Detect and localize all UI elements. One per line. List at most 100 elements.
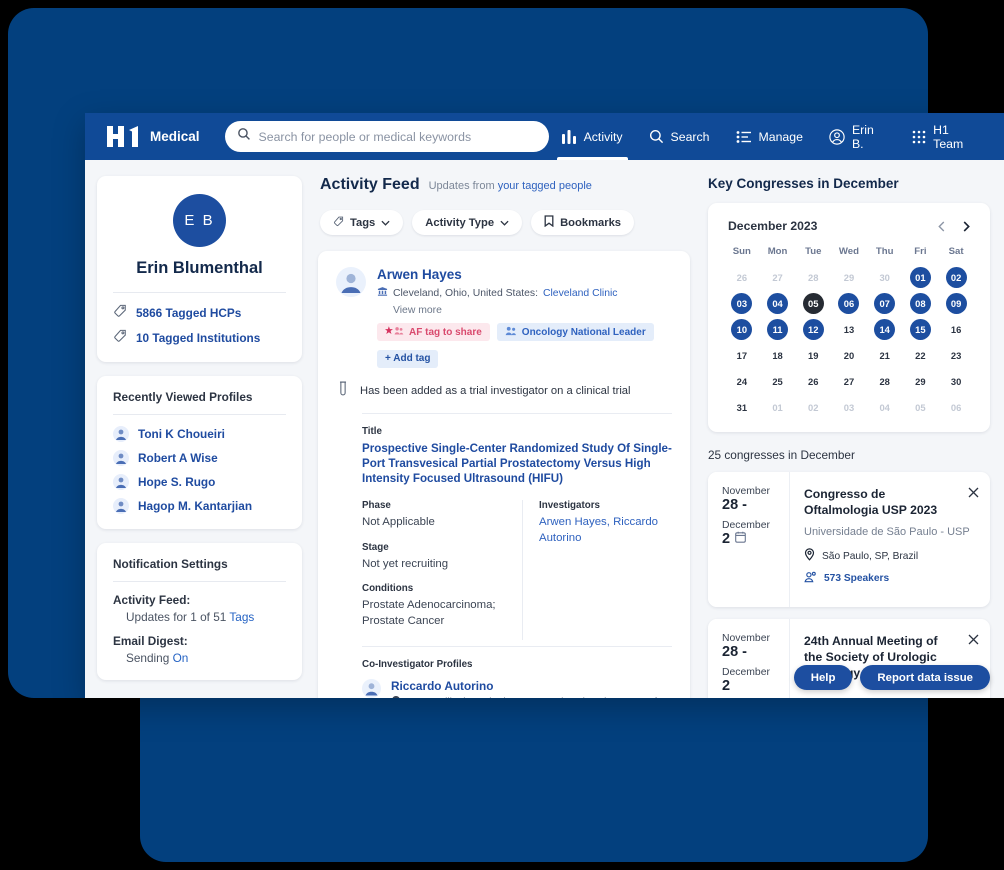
calendar-cell: 24 (724, 368, 760, 394)
calendar-day-15[interactable]: 15 (909, 318, 931, 340)
calendar-day-26[interactable]: 26 (803, 371, 824, 392)
trial-title-value[interactable]: Prospective Single-Center Randomized Stu… (362, 441, 672, 487)
calendar-day-08[interactable]: 08 (909, 292, 931, 314)
calendar-day-01[interactable]: 01 (767, 397, 788, 418)
calendar-cell: 21 (867, 342, 903, 368)
calendar-day-21[interactable]: 21 (874, 345, 895, 366)
conditions-value: Prostate Adenocarcinoma; Prostate Cancer (362, 599, 496, 627)
congress-location: São Paulo, SP, Brazil (804, 548, 978, 564)
calendar-day-04[interactable]: 04 (767, 292, 789, 314)
calendar-day-09[interactable]: 09 (945, 292, 967, 314)
search-icon (237, 127, 251, 146)
nav-item-manage[interactable]: Manage (723, 113, 816, 160)
calendar-day-25[interactable]: 25 (767, 371, 788, 392)
stat-label: 10 Tagged Institutions (136, 330, 261, 345)
calendar-day-29[interactable]: 29 (910, 371, 931, 392)
add-tag-button[interactable]: + Add tag (377, 349, 439, 368)
feed-person-name[interactable]: Arwen Hayes (377, 267, 672, 282)
calendar-day-23[interactable]: 23 (946, 345, 967, 366)
calendar-day-28[interactable]: 28 (803, 267, 824, 288)
calendar-day-31[interactable]: 31 (731, 397, 752, 418)
nav-item-team[interactable]: H1 Team (899, 113, 992, 160)
calendar-day-30[interactable]: 30 (946, 371, 967, 392)
list-item[interactable]: Toni K Choueiri (113, 426, 286, 442)
calendar-day-17[interactable]: 17 (731, 345, 752, 366)
nav-item-search[interactable]: Search (636, 113, 723, 160)
calendar-cell: 05 (795, 290, 831, 316)
calendar-day-03[interactable]: 03 (838, 397, 859, 418)
calendar-day-24[interactable]: 24 (731, 371, 752, 392)
calendar-day-01[interactable]: 01 (909, 266, 931, 288)
tag-af-share[interactable]: AF tag to share (377, 323, 490, 341)
congress-speakers[interactable]: 573 Speakers (804, 571, 978, 586)
chevron-right-icon[interactable] (963, 220, 970, 232)
congress-card[interactable]: November 28 - December 2 Congresso de Of… (708, 472, 990, 608)
list-item[interactable]: Hope S. Rugo (113, 474, 286, 490)
calendar-day-02[interactable]: 02 (803, 397, 824, 418)
calendar-day-18[interactable]: 18 (767, 345, 788, 366)
email-digest-toggle-link[interactable]: On (173, 651, 189, 665)
divider (113, 414, 286, 415)
filter-bookmarks[interactable]: Bookmarks (531, 210, 635, 235)
tagged-people-link[interactable]: your tagged people (498, 180, 592, 192)
calendar-day-11[interactable]: 11 (767, 318, 789, 340)
nav-item-activity[interactable]: Activity (549, 113, 636, 160)
calendar-day-16[interactable]: 16 (946, 319, 967, 340)
calendar-day-03[interactable]: 03 (731, 292, 753, 314)
calendar-day-26[interactable]: 26 (731, 267, 752, 288)
stage-value: Not yet recruiting (362, 557, 449, 570)
help-button[interactable]: Help (793, 665, 853, 690)
close-icon[interactable] (968, 632, 979, 650)
calendar-day-06[interactable]: 06 (838, 292, 860, 314)
calendar-day-07[interactable]: 07 (874, 292, 896, 314)
investigators-value[interactable]: Arwen Hayes, Riccardo Autorino (539, 515, 672, 546)
top-navigation-bar: Medical Search for people or medical key… (85, 113, 1004, 160)
close-icon[interactable] (968, 485, 979, 503)
institution-link[interactable]: Cleveland Clinic (543, 288, 618, 299)
chevron-left-icon[interactable] (938, 221, 945, 232)
co-investigator-row: Riccardo Autorino Aurora, Illinois, Unit… (362, 678, 672, 698)
congress-end-month: December (722, 520, 770, 531)
list-item[interactable]: Hagop M. Kantarjian (113, 498, 286, 514)
calendar-day-27[interactable]: 27 (767, 267, 788, 288)
search-input[interactable] (258, 129, 537, 144)
calendar-day-12[interactable]: 12 (802, 318, 824, 340)
calendar-day-06[interactable]: 06 (946, 397, 967, 418)
calendar-day-20[interactable]: 20 (838, 345, 859, 366)
calendar-cell: 16 (938, 316, 974, 342)
stat-tagged-institutions[interactable]: 10 Tagged Institutions (113, 329, 286, 346)
calendar-day-10[interactable]: 10 (731, 318, 753, 340)
calendar-day-29[interactable]: 29 (838, 267, 859, 288)
calendar-day-05[interactable]: 05 (910, 397, 931, 418)
report-data-issue-button[interactable]: Report data issue (860, 665, 990, 690)
weekday-fri: Fri (914, 246, 927, 257)
nav-item-user[interactable]: Erin B. (816, 113, 899, 160)
calendar-day-04[interactable]: 04 (874, 397, 895, 418)
calendar-day-27[interactable]: 27 (838, 371, 859, 392)
congress-date-block: November 28 - December 2 (708, 619, 790, 698)
calendar-day-13[interactable]: 13 (838, 319, 859, 340)
calendar-day-28[interactable]: 28 (874, 371, 895, 392)
calendar-day-14[interactable]: 14 (874, 318, 896, 340)
calendar-day-30[interactable]: 30 (874, 267, 895, 288)
weekday-sat: Sat (948, 246, 964, 257)
calendar-day-05[interactable]: 05 (802, 292, 824, 314)
co-investigator-label: Co-Investigator Profiles (362, 658, 473, 670)
tag-oncology-national-leader[interactable]: Oncology National Leader (496, 323, 654, 341)
calendar-day-22[interactable]: 22 (910, 345, 931, 366)
co-investigator-name[interactable]: Riccardo Autorino (391, 679, 672, 693)
filter-activity-type[interactable]: Activity Type (412, 210, 523, 235)
filter-tags[interactable]: Tags (320, 210, 404, 235)
stat-tagged-hcps[interactable]: 5866 Tagged HCPs (113, 304, 286, 321)
notification-settings-card: Notification Settings Activity Feed: Upd… (97, 543, 302, 680)
filter-label: Bookmarks (560, 216, 622, 229)
calendar-day-19[interactable]: 19 (803, 345, 824, 366)
tags-link[interactable]: Tags (229, 610, 254, 624)
list-item[interactable]: Robert A Wise (113, 450, 286, 466)
global-search-bar[interactable] (224, 121, 549, 152)
view-more-link[interactable]: View more (393, 305, 672, 316)
conditions-label: Conditions (362, 583, 414, 595)
calendar-week-row: 24 25 26 27 28 29 30 (724, 368, 974, 394)
calendar-day-02[interactable]: 02 (945, 266, 967, 288)
brand-logo[interactable]: Medical (107, 126, 200, 147)
